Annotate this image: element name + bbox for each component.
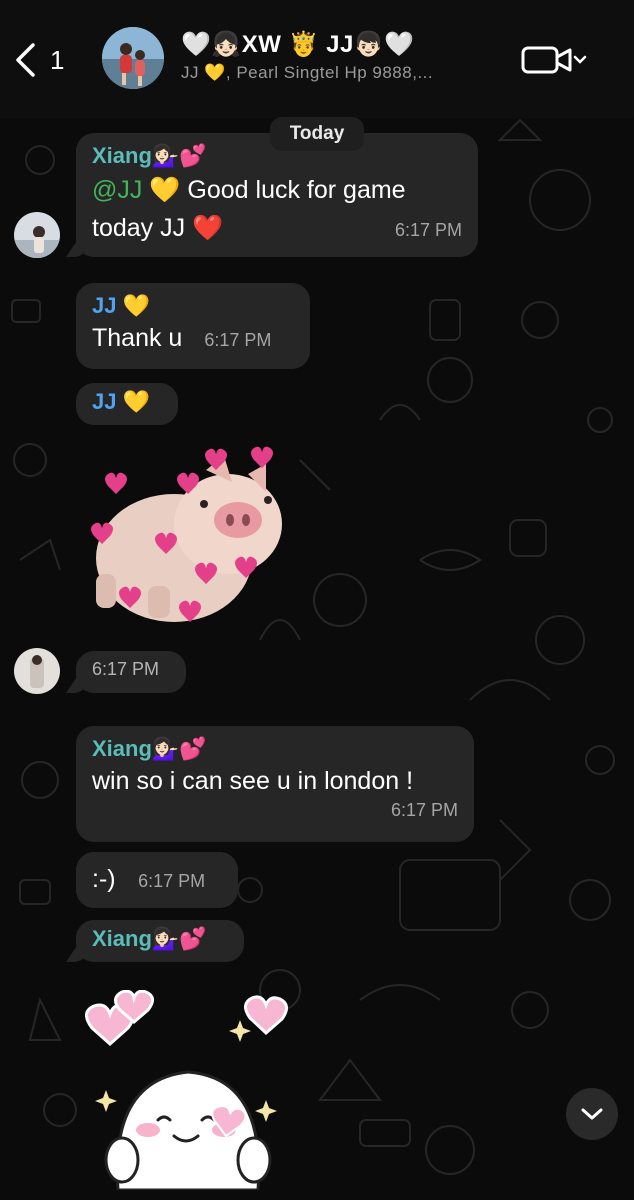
chat-header: 1 🤍👧🏻XW 🤴 JJ👦🏻🤍 JJ 💛, Pearl Singtel Hp 9…: [0, 0, 634, 118]
mention-link[interactable]: @JJ: [92, 176, 142, 204]
sender-name[interactable]: Xiang💁🏻‍♀️💕: [92, 736, 458, 762]
message-bubble[interactable]: 6:17 PM: [76, 651, 186, 693]
message-time: 6:17 PM: [204, 330, 272, 350]
sender-name[interactable]: JJ 💛: [92, 293, 294, 319]
smiley-sticker[interactable]: [78, 989, 298, 1192]
message-bubble[interactable]: Xiang💁🏻‍♀️💕 win so i can see u in london…: [76, 726, 474, 842]
message-time: 6:17 PM: [92, 659, 160, 679]
chevron-left-icon: [16, 43, 35, 77]
message-text: :-): [92, 865, 116, 893]
message-text: @JJ 💛 Good luck for game: [92, 171, 462, 209]
message-time: 6:17 PM: [390, 800, 458, 820]
chat-title-area[interactable]: 🤍👧🏻XW 🤴 JJ👦🏻🤍 JJ 💛, Pearl Singtel Hp 988…: [181, 30, 501, 83]
group-avatar[interactable]: [102, 27, 164, 89]
chevron-down-icon: [581, 1108, 603, 1120]
message-time: 6:17 PM: [394, 220, 462, 240]
sender-name[interactable]: JJ 💛: [92, 389, 162, 415]
group-title: 🤍👧🏻XW 🤴 JJ👦🏻🤍: [181, 31, 415, 58]
avatar[interactable]: [14, 648, 60, 694]
sender-name[interactable]: Xiang💁🏻‍♀️💕: [92, 926, 228, 952]
message-time: 6:17 PM: [138, 871, 206, 891]
group-members: JJ 💛, Pearl Singtel Hp 9888,...: [181, 63, 434, 82]
back-button[interactable]: 1: [14, 40, 74, 80]
message-bubble[interactable]: JJ 💛 Thank u 6:17 PM: [76, 283, 310, 369]
message-text: win so i can see u in london !: [92, 767, 414, 795]
message-text-line2: today JJ ❤️: [92, 214, 224, 242]
message-text: Thank u: [92, 324, 183, 352]
pig-sticker[interactable]: [78, 446, 288, 630]
date-separator: Today: [270, 117, 364, 151]
message-bubble[interactable]: JJ 💛: [76, 383, 178, 425]
video-camera-icon: [521, 46, 587, 74]
message-text-line1: 💛 Good luck for game: [142, 176, 406, 204]
video-call-button[interactable]: [520, 42, 592, 78]
avatar[interactable]: [14, 212, 60, 258]
unread-count: 1: [50, 44, 65, 75]
scroll-to-bottom-button[interactable]: [566, 1088, 618, 1140]
message-bubble[interactable]: :-) 6:17 PM: [76, 852, 238, 908]
message-bubble[interactable]: Xiang💁🏻‍♀️💕 @JJ 💛 Good luck for game tod…: [76, 133, 478, 257]
message-bubble[interactable]: Xiang💁🏻‍♀️💕: [76, 920, 244, 962]
